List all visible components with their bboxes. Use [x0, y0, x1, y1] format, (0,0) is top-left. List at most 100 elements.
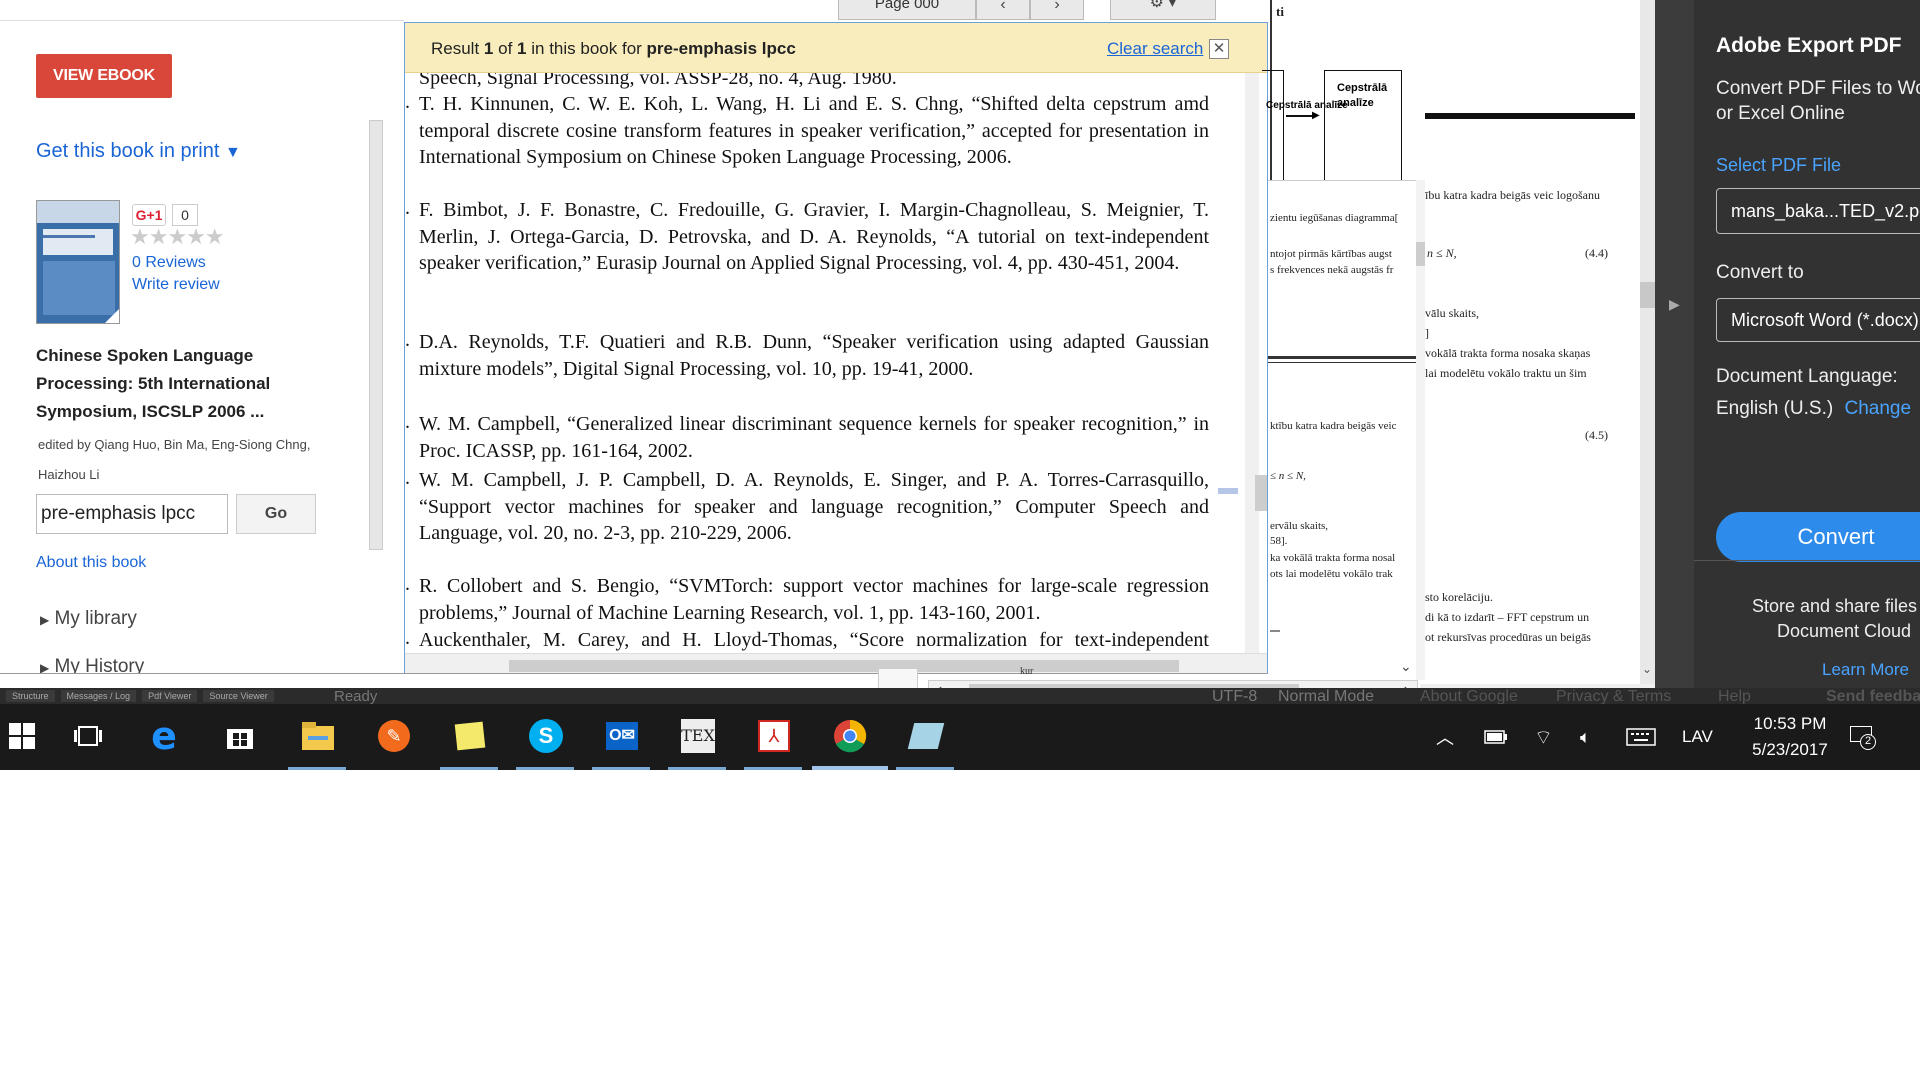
editor-panel-tab[interactable]: Structure [6, 690, 55, 702]
tex-icon: TEX [681, 719, 715, 753]
outlook-button[interactable]: O✉ [600, 714, 644, 758]
battery-icon [1484, 730, 1507, 744]
document-language: English (U.S.) Change [1716, 398, 1912, 419]
search-result-bar: Result 1 of 1 in this book for pre-empha… [405, 23, 1267, 73]
next-page-button[interactable]: › [1030, 0, 1084, 20]
clock-time: 10:53 PM [1753, 714, 1827, 733]
convert-format-select[interactable]: Microsoft Word (*.docx) [1716, 298, 1920, 342]
reference-text: T. H. Kinnunen, C. W. E. Koh, L. Wang, H… [419, 93, 1209, 168]
running-indicator [288, 767, 346, 770]
pen-app-button[interactable]: ✎ [372, 714, 416, 758]
wifi-button[interactable]: ⌔ [1534, 704, 1553, 770]
equation-number: (4.5) [1585, 428, 1608, 442]
google-plus-count: 0 [172, 204, 198, 226]
reference-bullet: . [405, 411, 410, 433]
reference-text: W. M. Campbell, “Generalized linear disc… [419, 413, 1209, 462]
store-icon [227, 729, 253, 749]
search-hit-marker [1218, 488, 1238, 494]
acrobat-collapse-strip[interactable]: ▶ [1655, 0, 1695, 700]
learn-more-link[interactable]: Learn More [1822, 660, 1909, 680]
file-explorer-button[interactable] [296, 714, 340, 758]
equation-number: (4.4) [1585, 246, 1608, 260]
arrow-icon: ▶ [1312, 110, 1320, 121]
google-plus-one-button[interactable]: G+1 [132, 204, 166, 226]
viewer-scroll-thumb[interactable] [1255, 475, 1267, 511]
skype-button[interactable]: S [524, 714, 568, 758]
close-icon[interactable]: ✕ [1209, 39, 1229, 59]
reference-text: D.A. Reynolds, T.F. Quatieri and R.B. Du… [419, 331, 1209, 380]
expand-triangle-icon: ▶ [40, 613, 50, 627]
texstudio-button[interactable]: TEX [676, 714, 720, 758]
my-history-label: My History [54, 656, 145, 674]
reviews-link[interactable]: 0 Reviews [132, 254, 206, 272]
editor-panel-tab[interactable]: Source Viewer [203, 690, 274, 702]
view-ebook-button[interactable]: VIEW EBOOK [36, 54, 172, 98]
editor-panel-tab[interactable]: Pdf Viewer [142, 690, 198, 702]
store-button[interactable] [218, 714, 262, 758]
my-library-section[interactable]: ▶ My library [40, 608, 137, 630]
acrobat-title: Adobe Export PDF [1716, 34, 1902, 57]
touch-keyboard-button[interactable] [1626, 704, 1656, 770]
change-language-link[interactable]: Change [1844, 398, 1911, 419]
active-indicator [812, 766, 888, 770]
input-language-button[interactable]: LAV [1682, 704, 1713, 770]
keyboard-icon [1626, 728, 1656, 746]
windows-logo-icon [9, 723, 35, 749]
sticky-notes-button[interactable] [448, 714, 492, 758]
notification-icon: 2 [1850, 726, 1876, 750]
running-indicator [516, 767, 574, 770]
settings-button[interactable]: ⚙ ▾ [1110, 0, 1216, 20]
books-top-divider [0, 0, 404, 21]
book-page-viewer: Result 1 of 1 in this book for pre-empha… [404, 22, 1268, 673]
notepad-app-button[interactable] [904, 714, 948, 758]
page-content: Speech, Signal Processing, vol. ASSP-28,… [405, 73, 1245, 673]
pdf-vertical-scrollbar[interactable]: ⌄ [1640, 0, 1656, 690]
get-in-print-link[interactable]: Get this book in print ▼ [36, 140, 241, 163]
clear-search-link[interactable]: Clear search [1107, 39, 1203, 59]
about-book-link[interactable]: About this book [36, 554, 146, 572]
windows-start-button[interactable] [0, 714, 44, 758]
chevron-right-icon: › [1054, 0, 1060, 13]
chevron-down-icon: ⌄ [1400, 658, 1412, 674]
clock-button[interactable]: 10:53 PM 5/23/2017 [1740, 704, 1840, 770]
book-cover-image[interactable] [36, 200, 120, 324]
reference-bullet: . [405, 197, 410, 219]
notification-count: 2 [1860, 734, 1876, 750]
viewer-vertical-scrollbar[interactable] [1245, 73, 1259, 673]
page-number-box[interactable]: Page 000 [838, 0, 976, 20]
pdf-file-select[interactable]: mans_baka...TED_v2.pdf [1716, 188, 1920, 234]
running-indicator [744, 767, 802, 770]
prev-page-button[interactable]: ‹ [976, 0, 1030, 20]
chevron-down-icon: ⌄ [1642, 662, 1653, 676]
diagram-box: Cepstrālā analīze [1324, 70, 1402, 180]
running-indicator [896, 767, 954, 770]
skype-icon: S [529, 719, 563, 753]
outlook-icon: O✉ [606, 722, 638, 750]
action-center-button[interactable]: 2 [1850, 704, 1876, 770]
reference-bullet: . [405, 627, 410, 649]
task-view-button[interactable] [66, 714, 110, 758]
volume-button[interactable]: 🔈︎ [1580, 704, 1591, 770]
get-in-print-label: Get this book in print [36, 140, 220, 162]
viewer-horizontal-scrollbar[interactable] [405, 653, 1267, 673]
write-review-link[interactable]: Write review [132, 276, 220, 294]
show-hidden-icons-button[interactable]: ︿ [1436, 704, 1454, 770]
book-title[interactable]: Chinese Spoken Language Processing: 5th … [36, 342, 296, 426]
document-language-label: Document Language: [1716, 366, 1898, 387]
google-books-window: VIEW EBOOK Get this book in print ▼ G+1 … [0, 0, 1270, 674]
editor-panel-tab[interactable]: Messages / Log [60, 690, 137, 702]
battery-button[interactable] [1484, 704, 1508, 770]
go-button[interactable]: Go [236, 494, 316, 534]
chrome-button[interactable] [828, 714, 872, 758]
left-panel-scrollbar[interactable] [369, 120, 383, 550]
book-search-input[interactable] [36, 494, 228, 534]
gear-icon: ⚙ ▾ [1149, 0, 1177, 11]
running-indicator [592, 767, 650, 770]
wifi-icon: ⌔ [1534, 726, 1553, 749]
reference-bullet: . [405, 573, 410, 595]
my-history-section[interactable]: ▶ My History [40, 656, 145, 674]
acrobat-button[interactable]: ⅄ [752, 714, 796, 758]
edge-icon: e [151, 714, 177, 758]
convert-button[interactable]: Convert [1716, 512, 1920, 562]
edge-browser-button[interactable]: e [142, 714, 186, 758]
